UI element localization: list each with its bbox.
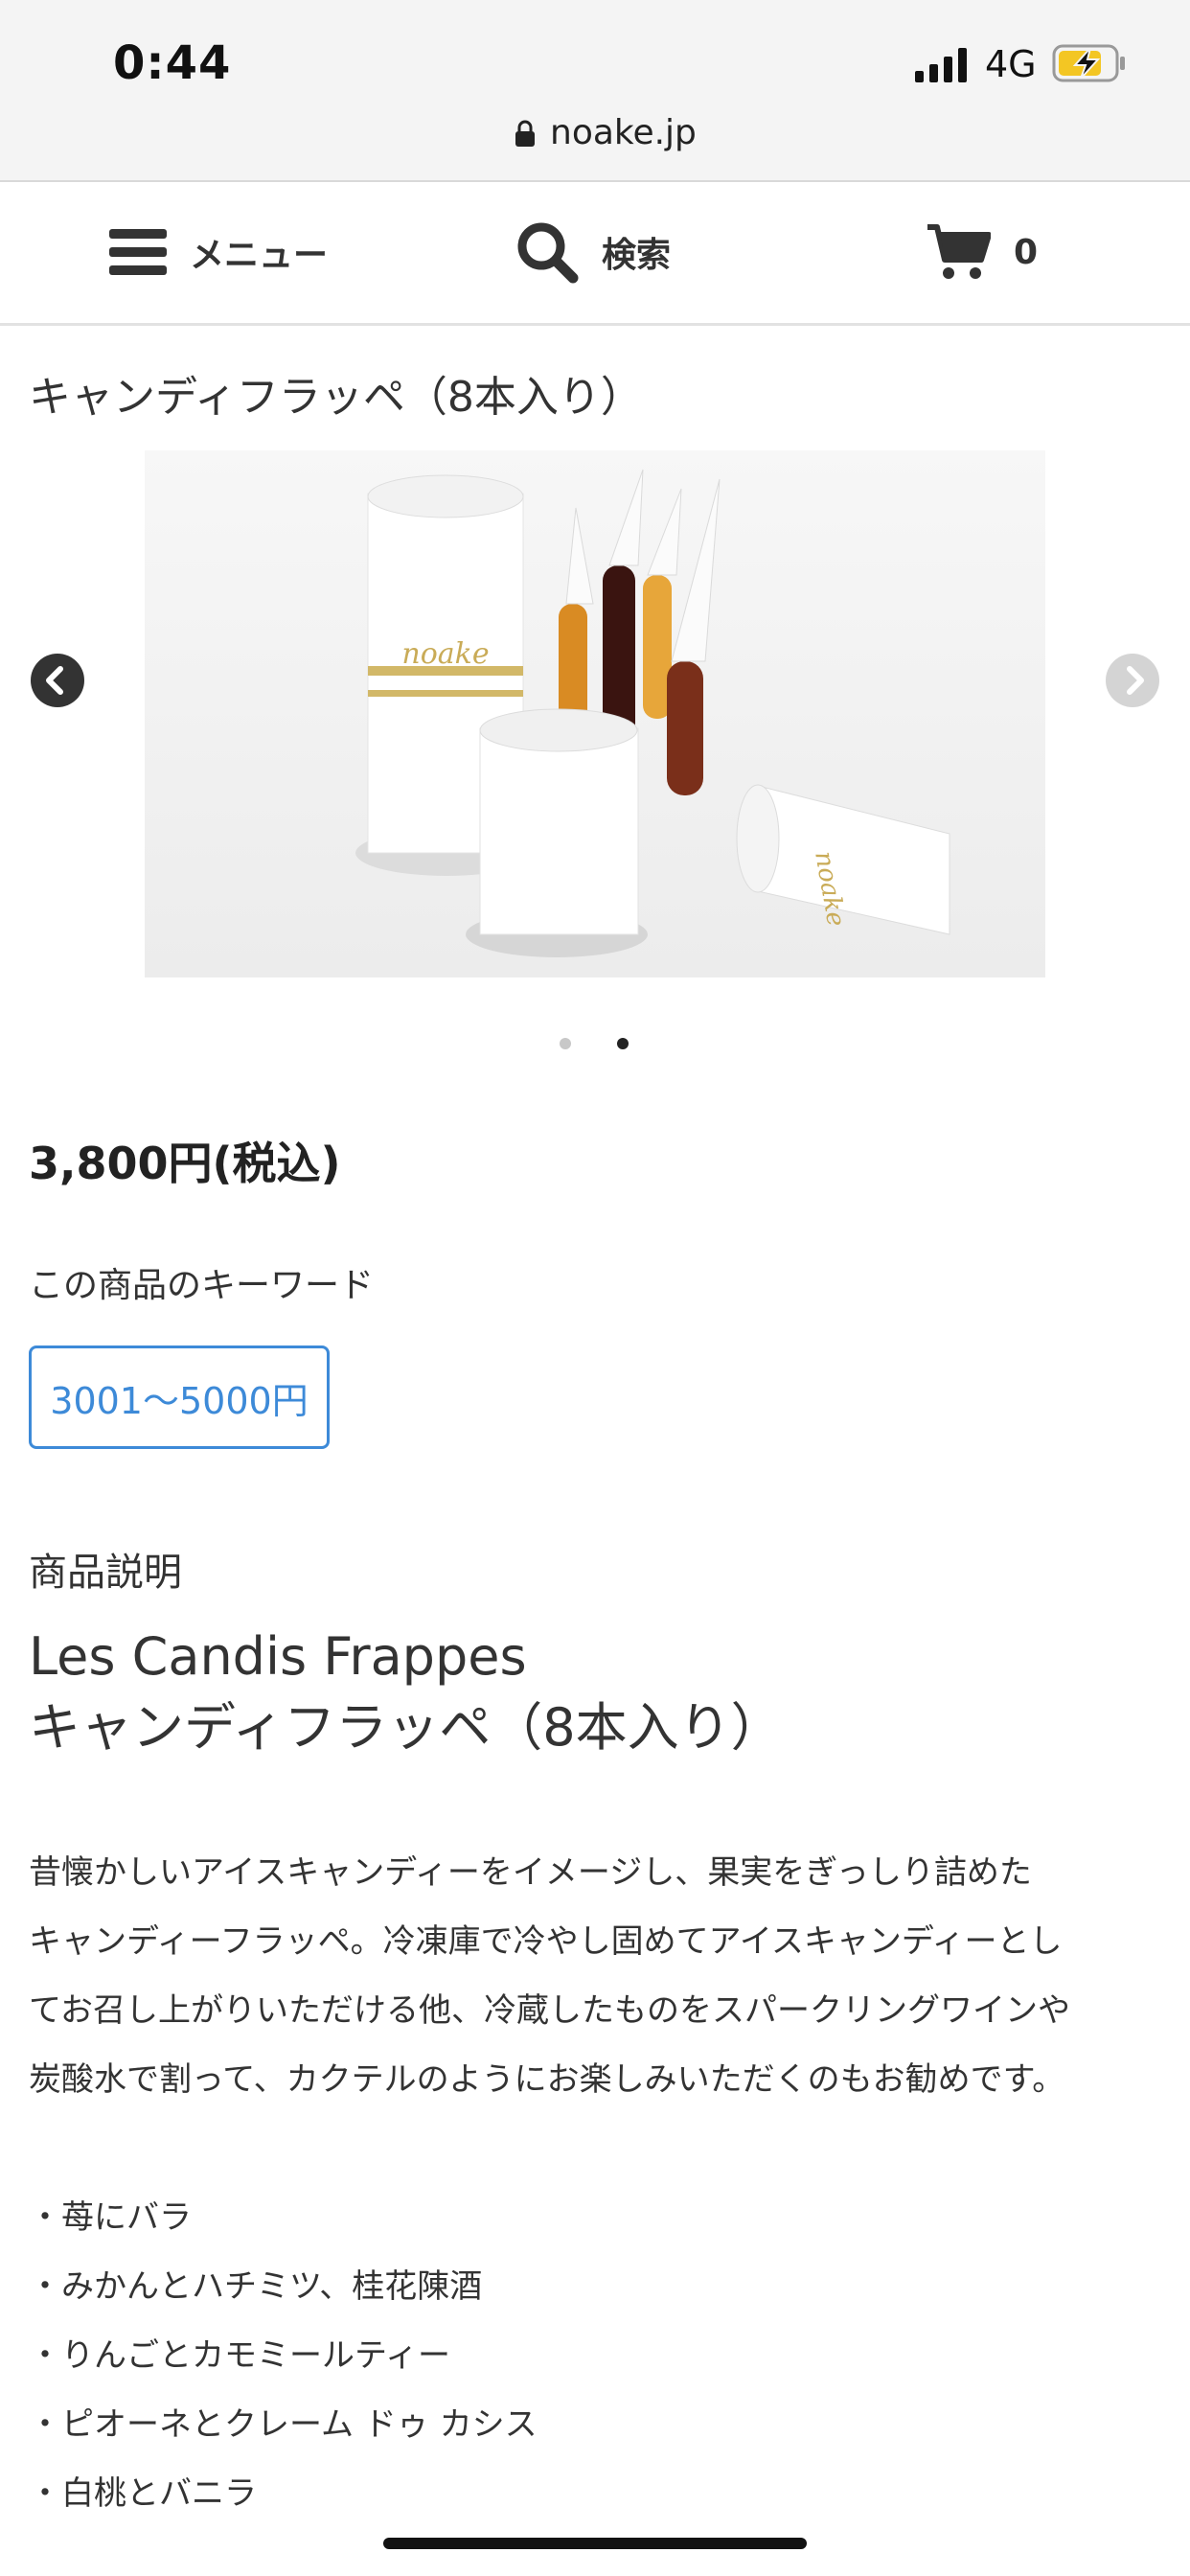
description-body: 昔懐かしいアイスキャンディーをイメージし、果実をぎっしり詰めた キャンディーフラ… — [29, 1838, 1169, 2114]
description-title-line1: Les Candis Frappes — [29, 1626, 527, 1687]
product-photo-illustration: noake noake — [145, 450, 1045, 978]
url-text: noake.jp — [550, 113, 697, 152]
product-image: noake noake — [145, 450, 1045, 978]
brand-text: noake — [401, 637, 489, 671]
description-line: てお召し上がりいただける他、冷蔵したものをスパークリングワインや — [29, 1991, 1070, 2030]
description-line: キャンディーフラッペ。冷凍庫で冷やし固めてアイスキャンディーとし — [29, 1922, 1063, 1961]
cart-count: 0 — [1014, 232, 1039, 272]
status-bar: 0:44 4G — [0, 0, 1190, 105]
carousel-next-button[interactable] — [1106, 654, 1159, 707]
description-title: Les Candis Frappes キャンディフラッペ（8本入り） — [29, 1622, 783, 1763]
status-time: 0:44 — [113, 36, 232, 90]
cart-button[interactable]: 0 — [926, 218, 1038, 286]
description-heading: 商品説明 — [29, 1551, 182, 1595]
cellular-signal-icon — [915, 48, 967, 82]
search-icon — [517, 222, 579, 284]
carousel-pagination — [0, 1035, 1190, 1054]
description-line: 炭酸水で割って、カクテルのようにお楽しみいただくのもお勧めです。 — [29, 2060, 1065, 2099]
chevron-right-icon — [1127, 666, 1144, 695]
description-line: 昔懐かしいアイスキャンディーをイメージし、果実をぎっしり詰めた — [29, 1853, 1032, 1892]
flavor-item: ・りんごとカモミールティー — [29, 2336, 450, 2375]
hamburger-menu-icon — [109, 229, 167, 275]
search-button[interactable]: 検索 — [515, 218, 671, 286]
search-label: 検索 — [602, 236, 672, 275]
keywords-heading: この商品のキーワード — [29, 1266, 375, 1305]
carousel-dot-1[interactable] — [560, 1038, 571, 1049]
flavor-item: ・みかんとハチミツ、桂花陳酒 — [29, 2267, 483, 2306]
site-header: メニュー 検索 0 — [0, 182, 1190, 326]
home-indicator[interactable] — [383, 2538, 807, 2549]
flavor-list: ・苺にバラ ・みかんとハチミツ、桂花陳酒 ・りんごとカモミールティー ・ピオーネ… — [29, 2183, 538, 2528]
flavor-item: ・ピオーネとクレーム ドゥ カシス — [29, 2405, 538, 2444]
product-image-carousel[interactable]: noake noake — [0, 450, 1190, 978]
cart-icon — [927, 224, 991, 279]
browser-url-bar[interactable]: noake.jp — [0, 105, 1190, 182]
carousel-dot-2-active[interactable] — [617, 1038, 629, 1049]
product-title: キャンディフラッペ（8本入り） — [29, 373, 643, 422]
carousel-prev-button[interactable] — [31, 654, 84, 707]
description-title-line2: キャンディフラッペ（8本入り） — [29, 1697, 783, 1758]
flavor-item: ・苺にバラ — [29, 2198, 192, 2237]
menu-label: メニュー — [190, 236, 329, 275]
chevron-left-icon — [46, 666, 63, 695]
product-price: 3,800円(税込) — [29, 1138, 341, 1189]
network-type: 4G — [985, 43, 1037, 85]
keyword-tag-link[interactable]: 3001～5000円 — [29, 1346, 330, 1449]
lock-icon — [515, 120, 535, 147]
flavor-item: ・白桃とバニラ — [29, 2474, 257, 2513]
menu-button[interactable]: メニュー — [109, 218, 328, 286]
battery-charging-icon — [1052, 44, 1125, 82]
